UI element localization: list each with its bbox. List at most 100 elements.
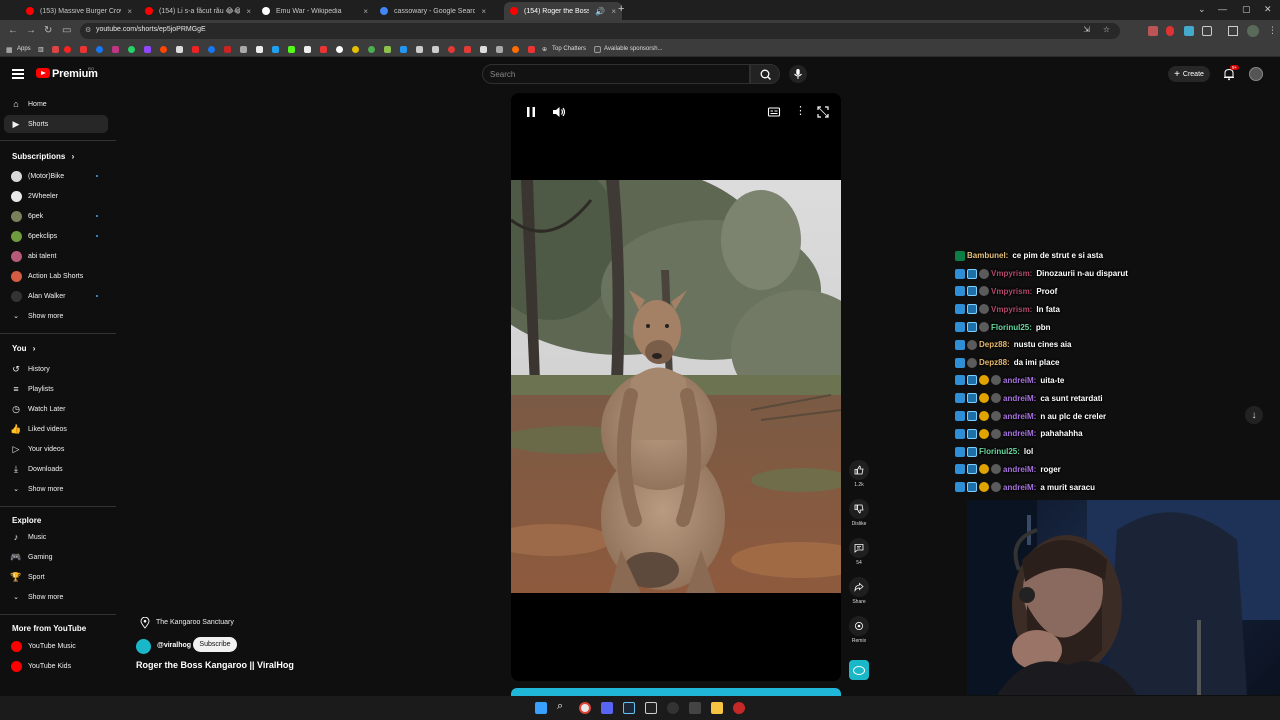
apps-grid-icon[interactable]: ▦: [6, 46, 13, 54]
bookmark-icon[interactable]: [432, 46, 439, 53]
top-chatters-bookmark[interactable]: Top Chatters: [552, 46, 586, 52]
browser-tab[interactable]: (153) Massive Burger Crowned ×: [20, 2, 138, 20]
bookmark-icon[interactable]: [256, 46, 263, 53]
bookmark-icon[interactable]: [496, 46, 503, 53]
sidebar-item-abi-talent[interactable]: abi talent: [4, 247, 108, 265]
bookmark-star-icon[interactable]: ☆: [1103, 25, 1110, 34]
browser-tab[interactable]: (154) Roger the Boss Kanga 🔊 ×: [504, 2, 622, 20]
subscribe-button[interactable]: Subscribe: [193, 637, 237, 652]
bookmark-icon[interactable]: [128, 46, 135, 53]
you-heading[interactable]: You ›: [12, 344, 35, 353]
obs-icon[interactable]: [667, 702, 679, 714]
available-sponsorship-bookmark[interactable]: Available sponsorsh...: [604, 46, 663, 52]
sidebar-item-shorts[interactable]: ▶ Shorts: [4, 115, 108, 133]
close-tab-icon[interactable]: ×: [127, 7, 132, 16]
like-button[interactable]: 1.2k: [849, 460, 869, 488]
menu-icon[interactable]: [12, 69, 24, 79]
dislike-button[interactable]: Dislike: [849, 499, 869, 527]
bookmark-icon[interactable]: [480, 46, 487, 53]
extensions-puzzle-icon[interactable]: [1202, 26, 1212, 36]
bookmark-icon[interactable]: [224, 46, 231, 53]
channel-thumbnail[interactable]: [849, 660, 869, 680]
new-tab-button[interactable]: +: [618, 3, 624, 15]
comments-button[interactable]: 54: [849, 538, 869, 566]
you-show-more[interactable]: ⌄ Show more: [4, 480, 108, 498]
sidebar-item-action-lab-shorts[interactable]: Action Lab Shorts: [4, 267, 108, 285]
sidebar-item-liked-videos[interactable]: 👍 Liked videos: [4, 420, 108, 438]
bookmark-icon[interactable]: [304, 46, 311, 53]
bookmark-icon[interactable]: [512, 46, 519, 53]
discord-icon[interactable]: [601, 702, 613, 714]
bookmark-icon[interactable]: [160, 46, 167, 53]
bookmark-icon[interactable]: [80, 46, 87, 53]
sidebar-item-playlists[interactable]: ≡ Playlists: [4, 380, 108, 398]
bookmark-icon[interactable]: [208, 46, 215, 53]
search-icon[interactable]: ⌕: [557, 700, 563, 713]
bookmark-icon[interactable]: [448, 46, 455, 53]
steam-icon[interactable]: [623, 702, 635, 714]
bookmark-icon[interactable]: [52, 46, 59, 53]
sidebar-item-history[interactable]: ↺ History: [4, 360, 108, 378]
sidebar-item-home[interactable]: ⌂ Home: [4, 95, 108, 113]
chrome-icon[interactable]: [579, 702, 591, 714]
extension-icon[interactable]: [1166, 26, 1174, 36]
subscriptions-heading[interactable]: Subscriptions ›: [12, 152, 74, 161]
sidebar-item-downloads[interactable]: ⤓ Downloads: [4, 460, 108, 478]
close-tab-icon[interactable]: ×: [611, 7, 616, 16]
sidebar-item-6pek[interactable]: 6pek: [4, 207, 108, 225]
url-input[interactable]: ⚙ youtube.com/shorts/ep5joPRMGgE ⇲ ☆: [80, 23, 1120, 39]
explore-show-more[interactable]: ⌄ Show more: [4, 588, 108, 606]
browser-tab[interactable]: (154) Li s-a făcut rău 😂😂😂😂😂 ×: [139, 2, 257, 20]
sidebar-panel-icon[interactable]: [1228, 26, 1238, 36]
app-icon[interactable]: [645, 702, 657, 714]
bookmark-icon[interactable]: [464, 46, 471, 53]
tab-search-button[interactable]: ⌄: [1198, 4, 1206, 15]
bookmark-icon[interactable]: [320, 46, 327, 53]
channel-avatar[interactable]: [136, 639, 151, 654]
fullscreen-icon[interactable]: [816, 105, 830, 119]
channel-name[interactable]: @viralhog: [157, 642, 191, 649]
site-info-icon[interactable]: ⚙: [85, 26, 91, 34]
bookmark-icon[interactable]: [272, 46, 279, 53]
close-window-button[interactable]: ✕: [1264, 4, 1272, 15]
sidebar-item-watch-later[interactable]: ◷ Watch Later: [4, 400, 108, 418]
browser-menu-icon[interactable]: ⋮: [1268, 25, 1277, 36]
bookmark-icon[interactable]: [96, 46, 103, 53]
bookmark-icon[interactable]: [240, 46, 247, 53]
bookmark-icon[interactable]: [112, 46, 119, 53]
tab-groups-icon[interactable]: ▥: [38, 46, 44, 53]
sidebar-item-sport[interactable]: 🏆 Sport: [4, 568, 108, 586]
tab-audio-icon[interactable]: 🔊: [595, 7, 605, 16]
bookmark-icon[interactable]: [416, 46, 423, 53]
video-progress-bar[interactable]: [511, 688, 841, 696]
extension-icon[interactable]: [1148, 26, 1158, 36]
browser-tab[interactable]: Emu War - Wikipedia ×: [256, 2, 374, 20]
bookmark-icon[interactable]: [336, 46, 343, 53]
apps-bookmark[interactable]: Apps: [17, 46, 31, 52]
sidebar-item-6pekclips[interactable]: 6pekclips: [4, 227, 108, 245]
reload-icon[interactable]: ↻: [44, 25, 52, 36]
voice-search-button[interactable]: [789, 65, 807, 83]
minimize-button[interactable]: —: [1218, 4, 1227, 14]
video-title[interactable]: Roger the Boss Kangaroo || ViralHog: [136, 660, 294, 670]
scroll-down-arrow-icon[interactable]: ↓: [1245, 406, 1263, 424]
sidebar-item-your-videos[interactable]: ▷ Your videos: [4, 440, 108, 458]
back-icon[interactable]: ←: [8, 25, 18, 36]
app-icon[interactable]: [689, 702, 701, 714]
more-options-icon[interactable]: ⋮: [795, 104, 806, 117]
sidebar-item--motor-bike[interactable]: (Motor)Bike: [4, 167, 108, 185]
bookmark-icon[interactable]: [64, 46, 71, 53]
sidebar-item-youtube-music[interactable]: YouTube Music: [4, 637, 108, 655]
bookmark-icon[interactable]: [368, 46, 375, 53]
shorts-player[interactable]: ⋮: [511, 93, 841, 681]
bookmark-icon[interactable]: [528, 46, 535, 53]
subscriptions-show-more[interactable]: ⌄ Show more: [4, 307, 108, 325]
sidebar-item-gaming[interactable]: 🎮 Gaming: [4, 548, 108, 566]
extension-icon[interactable]: [1184, 26, 1194, 36]
sidebar-item-2wheeler[interactable]: 2Wheeler: [4, 187, 108, 205]
share-button[interactable]: Share: [849, 577, 869, 605]
search-input[interactable]: Search: [482, 64, 750, 84]
install-icon[interactable]: ⇲: [1083, 25, 1090, 34]
file-explorer-icon[interactable]: [711, 702, 723, 714]
bookmark-icon[interactable]: [400, 46, 407, 53]
